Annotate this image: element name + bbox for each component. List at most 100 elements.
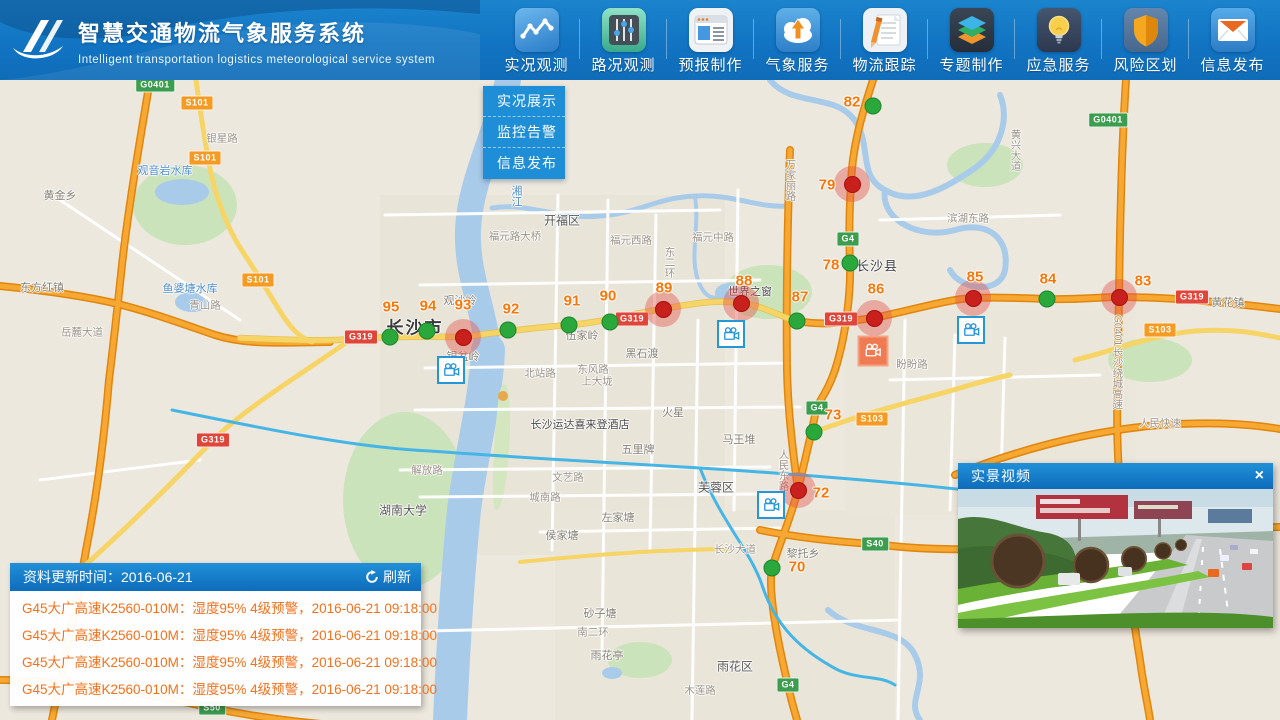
road-badge-G0401: G0401	[135, 80, 175, 93]
title-block: 智慧交通物流气象服务系统 Intelligent transportation …	[78, 16, 435, 66]
map-label: 滨湖东路	[947, 211, 989, 226]
line-chart-icon	[515, 8, 559, 52]
station-marker-73-green[interactable]	[806, 424, 823, 441]
warning-row[interactable]: G45大广高速K2560-010M：湿度95% 4级预警，2016-06-21 …	[10, 649, 421, 676]
map-label: 马王堆	[723, 431, 756, 447]
station-number-label: 79	[819, 177, 836, 194]
browser-doc-icon	[689, 8, 733, 52]
map-label: 黄兴大道	[1009, 129, 1024, 171]
station-marker-93-red[interactable]	[445, 319, 481, 355]
station-marker-79-red[interactable]	[834, 166, 870, 202]
video-camera-icon-blue[interactable]	[957, 316, 985, 344]
live-observation-dropdown: 实况展示监控告警信息发布	[483, 86, 565, 179]
station-marker-78-green[interactable]	[842, 255, 859, 272]
station-number-label: 91	[564, 293, 581, 310]
map-label: 鱼婆塘水库	[163, 280, 218, 296]
nav-item-lightbulb[interactable]: 应急服务	[1015, 3, 1102, 79]
alert-dot-core	[866, 310, 883, 327]
nav-item-line-chart[interactable]: 实况观测	[493, 3, 580, 79]
app-subtitle: Intelligent transportation logistics met…	[78, 54, 435, 66]
station-marker-84-green[interactable]	[1039, 291, 1056, 308]
road-badge-G319: G319	[615, 312, 649, 327]
map-label: 观音岩水库	[138, 162, 193, 178]
nav-item-label: 物流跟踪	[841, 54, 928, 75]
nav-item-mail[interactable]: 信息发布	[1189, 3, 1276, 79]
station-marker-72-red[interactable]	[780, 472, 816, 508]
map-label: 五里牌	[622, 441, 655, 457]
nav-item-layers[interactable]: 专题制作	[928, 3, 1015, 79]
refresh-label: 刷新	[383, 567, 411, 587]
live-video-frame[interactable]	[958, 489, 1273, 628]
map-label: 长沙运达喜来登酒店	[531, 416, 630, 432]
station-number-label: 94	[420, 298, 437, 315]
dropdown-item-1[interactable]: 实况展示	[483, 86, 565, 117]
dropdown-item-2[interactable]: 监控告警	[483, 117, 565, 148]
alert-dot-core	[733, 295, 750, 312]
nav-item-label: 实况观测	[493, 54, 580, 75]
station-number-label: 73	[825, 407, 842, 424]
station-number-label: 86	[868, 281, 885, 298]
station-marker-83-red[interactable]	[1101, 279, 1137, 315]
shield-icon	[1124, 8, 1168, 52]
road-badge-S103: S103	[1143, 323, 1176, 338]
nav-item-note-pencil[interactable]: 物流跟踪	[841, 3, 928, 79]
video-camera-icon-blue[interactable]	[757, 491, 785, 519]
map-label: 长沙大道	[714, 542, 756, 557]
map-label: 火星	[662, 404, 684, 420]
station-number-label: 78	[823, 257, 840, 274]
app-logo	[8, 12, 70, 68]
road-badge-S40: S40	[861, 537, 889, 552]
warning-row[interactable]: G45大广高速K2560-010M：湿度95% 4级预警，2016-06-21 …	[10, 622, 421, 649]
station-marker-90-green[interactable]	[602, 314, 619, 331]
station-marker-86-red[interactable]	[856, 300, 892, 336]
warning-row[interactable]: G45大广高速K2560-010M：湿度95% 4级预警，2016-06-21 …	[10, 595, 421, 622]
station-number-label: 89	[656, 280, 673, 297]
lightbulb-icon	[1037, 8, 1081, 52]
map-label: 南二环	[577, 625, 609, 640]
station-number-label: 84	[1040, 271, 1057, 288]
station-marker-95-green[interactable]	[382, 329, 399, 346]
refresh-button[interactable]: 刷新	[365, 567, 411, 587]
road-badge-G319: G319	[824, 312, 858, 327]
data-update-panel: 资料更新时间：2016-06-21 刷新 G45大广高速K2560-010M：湿…	[10, 563, 421, 706]
update-time-title: 资料更新时间：2016-06-21	[23, 567, 365, 587]
station-marker-87-green[interactable]	[789, 313, 806, 330]
video-camera-icon-orange[interactable]	[858, 336, 889, 367]
warning-list: G45大广高速K2560-010M：湿度95% 4级预警，2016-06-21 …	[10, 591, 421, 703]
nav-item-browser-doc[interactable]: 预报制作	[667, 3, 754, 79]
map-label: 黄金乡	[44, 187, 77, 203]
nav-item-label: 风险区划	[1102, 54, 1189, 75]
map-label: 银星路	[206, 131, 238, 146]
station-number-label: 72	[813, 485, 830, 502]
station-number-label: 95	[383, 299, 400, 316]
layers-icon	[950, 8, 994, 52]
app-title: 智慧交通物流气象服务系统	[78, 16, 435, 48]
live-video-panel: 实景视频 ×	[958, 463, 1273, 628]
road-badge-G4: G4	[836, 232, 859, 247]
alert-dot-core	[655, 301, 672, 318]
alert-dot-core	[1111, 289, 1128, 306]
nav-item-cloud-upload[interactable]: 气象服务	[754, 3, 841, 79]
dropdown-item-3[interactable]: 信息发布	[483, 148, 565, 179]
video-camera-icon-blue[interactable]	[437, 356, 465, 384]
station-number-label: 93	[455, 297, 472, 314]
nav-item-sliders[interactable]: 路况观测	[580, 3, 667, 79]
map-label: 芙蓉区	[698, 479, 734, 496]
video-camera-icon-blue[interactable]	[717, 320, 745, 348]
road-badge-G4: G4	[776, 678, 799, 693]
alert-dot-core	[455, 329, 472, 346]
station-marker-70-green[interactable]	[764, 560, 781, 577]
nav-item-shield[interactable]: 风险区划	[1102, 3, 1189, 79]
station-marker-94-green[interactable]	[419, 323, 436, 340]
station-marker-82-green[interactable]	[865, 98, 882, 115]
road-badge-S101: S101	[241, 273, 274, 288]
station-marker-92-green[interactable]	[500, 322, 517, 339]
map-canvas[interactable]: 长沙市长沙县开福区芙蓉区雨花区湖南大学观音岩水库鱼婆塘水库湘江黄金乡东方红镇世界…	[0, 80, 1280, 720]
map-label: 东方红镇	[20, 279, 64, 295]
station-marker-88-red[interactable]	[723, 285, 759, 321]
warning-row[interactable]: G45大广高速K2560-010M：湿度95% 4级预警，2016-06-21 …	[10, 676, 421, 703]
station-marker-91-green[interactable]	[561, 317, 578, 334]
close-icon[interactable]: ×	[1255, 468, 1264, 484]
main-nav: 实况观测路况观测预报制作气象服务物流跟踪专题制作应急服务风险区划信息发布	[493, 3, 1276, 79]
station-number-label: 83	[1135, 273, 1152, 290]
